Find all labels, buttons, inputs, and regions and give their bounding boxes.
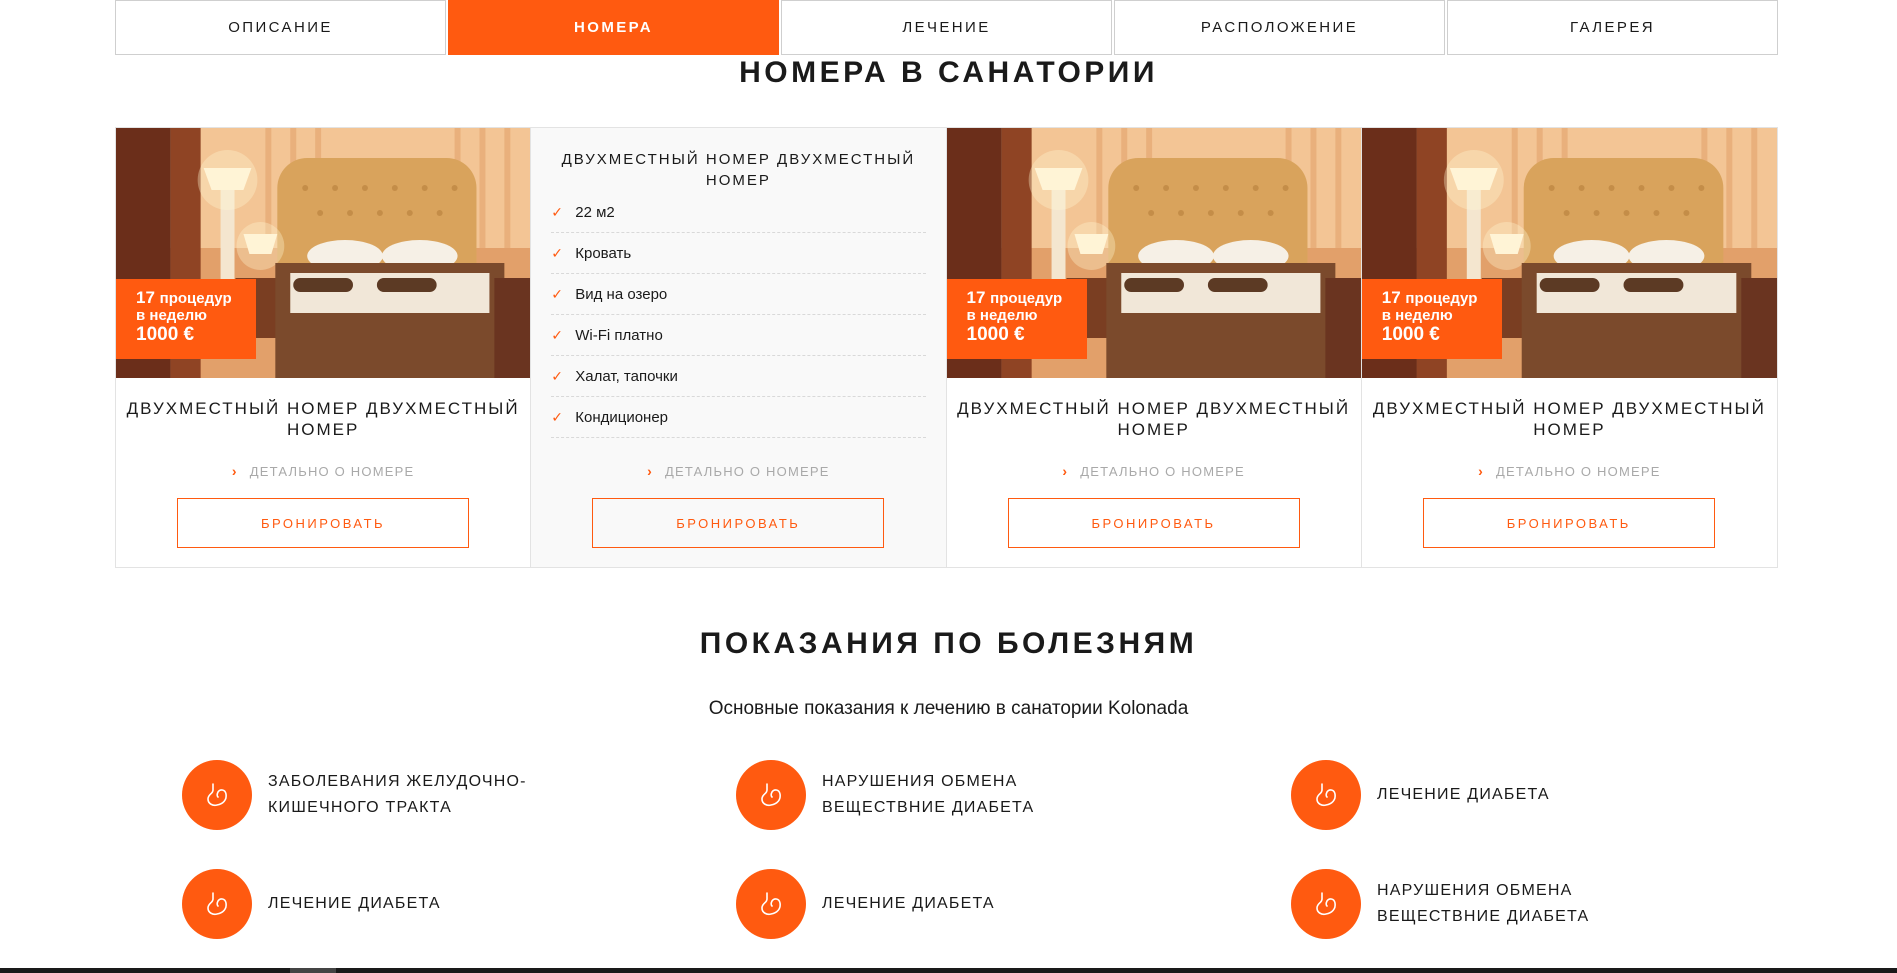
amenity-label: Кондиционер	[575, 408, 669, 426]
stomach-icon	[1291, 760, 1361, 830]
check-icon: ✓	[551, 285, 563, 302]
check-icon: ✓	[551, 203, 563, 220]
chevron-right-icon: ›	[1478, 463, 1485, 479]
tab-gallery[interactable]: Галерея	[1447, 0, 1778, 55]
room-card-expanded: Двухместный номер двухместный номер ✓ 22 …	[531, 128, 947, 567]
price-badge: 17 процедур в неделю 1000 €	[946, 279, 1087, 359]
stomach-icon	[736, 869, 806, 939]
disease-item[interactable]: Заболевания желудочно-кишечного тракта	[182, 760, 602, 830]
disease-item[interactable]: Нарушения обмена веществние диабета	[736, 760, 1156, 830]
book-button[interactable]: Бронировать	[1007, 498, 1300, 548]
rooms-section-title: Номера в санатории	[739, 56, 1158, 89]
amenity-label: Кровать	[575, 244, 632, 262]
amenity-label: Вид на озеро	[575, 285, 668, 303]
check-icon: ✓	[551, 367, 563, 384]
room-detail-link[interactable]: › Детально о номере	[116, 463, 530, 479]
room-detail-link[interactable]: › Детально о номере	[947, 463, 1361, 479]
detail-link-label: Детально о номере	[1496, 464, 1661, 479]
amenity-item: ✓ Wi-Fi платно	[551, 315, 926, 356]
procedures-period: в неделю	[1381, 306, 1453, 324]
procedures-count: 17	[966, 288, 986, 307]
book-button[interactable]: Бронировать	[1422, 498, 1715, 548]
chevron-right-icon: ›	[231, 463, 238, 479]
disease-label: Нарушения обмена веществние диабета	[1377, 882, 1590, 925]
section-tabs: Описание Номера Лечение Расположение Гал…	[115, 0, 1778, 55]
room-title: Двухместный номер двухместный номер	[1372, 399, 1766, 439]
check-icon: ✓	[551, 326, 563, 343]
amenity-item: ✓ Кондиционер	[551, 397, 926, 438]
disease-label: Заболевания желудочно-кишечного тракта	[268, 773, 527, 816]
amenity-label: Халат, тапочки	[575, 367, 678, 385]
amenity-item: ✓ 22 м2	[551, 192, 926, 233]
disease-item[interactable]: Лечение диабета	[736, 869, 1156, 939]
room-detail-link[interactable]: › Детально о номере	[531, 463, 945, 479]
room-card: 17 процедур в неделю 1000 € Двухместный …	[116, 128, 532, 567]
check-icon: ✓	[551, 408, 563, 425]
room-card: 17 процедур в неделю 1000 € Двухместный …	[1361, 128, 1777, 567]
disease-item[interactable]: Лечение диабета	[1291, 760, 1711, 830]
tab-description[interactable]: Описание	[115, 0, 446, 55]
room-card: 17 процедур в неделю 1000 € Двухместный …	[946, 128, 1362, 567]
disease-label: Лечение диабета	[1377, 786, 1550, 803]
procedures-count: 17	[136, 288, 155, 307]
price-badge: 17 процедур в неделю 1000 €	[1361, 279, 1502, 359]
price-badge: 17 процедур в неделю 1000 €	[116, 279, 256, 359]
rooms-grid: 17 процедур в неделю 1000 € Двухместный …	[115, 127, 1778, 568]
detail-link-label: Детально о номере	[249, 464, 415, 479]
procedures-period: в неделю	[966, 306, 1038, 324]
check-icon: ✓	[551, 244, 563, 261]
tab-treatment[interactable]: Лечение	[781, 0, 1112, 55]
room-title: Двухместный номер двухместный номер	[561, 151, 916, 189]
procedures-unit: процедур	[1405, 290, 1478, 307]
amenity-item: ✓ Халат, тапочки	[551, 356, 926, 397]
room-price: 1000 €	[1381, 324, 1440, 346]
tab-rooms[interactable]: Номера	[448, 0, 779, 55]
room-price: 1000 €	[966, 324, 1025, 346]
diseases-subtitle: Основные показания к лечению в санатории…	[708, 698, 1189, 719]
room-title: Двухместный номер двухместный номер	[957, 399, 1351, 439]
procedures-unit: процедур	[159, 290, 232, 307]
scrollbar-thumb[interactable]	[290, 968, 336, 973]
room-price: 1000 €	[136, 324, 195, 346]
room-detail-link[interactable]: › Детально о номере	[1362, 463, 1777, 479]
amenity-label: Wi-Fi платно	[575, 326, 663, 344]
amenity-item: ✓ Кровать	[551, 233, 926, 274]
procedures-count: 17	[1381, 288, 1401, 307]
stomach-icon	[182, 760, 252, 830]
diseases-section-title: Показания по болезням	[699, 627, 1198, 660]
tab-location[interactable]: Расположение	[1114, 0, 1445, 55]
disease-item[interactable]: Лечение диабета	[182, 869, 602, 939]
detail-link-label: Детально о номере	[665, 464, 830, 479]
stomach-icon	[736, 760, 806, 830]
chevron-right-icon: ›	[1062, 463, 1069, 479]
stomach-icon	[182, 869, 252, 939]
book-button[interactable]: Бронировать	[177, 498, 469, 548]
amenity-label: 22 м2	[575, 203, 615, 221]
chevron-right-icon: ›	[647, 463, 654, 479]
disease-label: Лечение диабета	[822, 895, 995, 912]
disease-label: Лечение диабета	[268, 895, 441, 912]
procedures-period: в неделю	[136, 306, 207, 324]
detail-link-label: Детально о номере	[1080, 464, 1245, 479]
disease-item[interactable]: Нарушения обмена веществние диабета	[1291, 869, 1711, 939]
horizontal-scrollbar[interactable]	[0, 968, 1897, 973]
amenity-item: ✓ Вид на озеро	[551, 274, 926, 315]
stomach-icon	[1291, 869, 1361, 939]
procedures-unit: процедур	[990, 290, 1063, 307]
book-button[interactable]: Бронировать	[592, 498, 885, 548]
room-title: Двухместный номер двухместный номер	[126, 399, 520, 439]
disease-label: Нарушения обмена веществние диабета	[822, 773, 1035, 816]
amenities-list: ✓ 22 м2 ✓ Кровать ✓ Вид на озеро ✓ Wi-Fi пла…	[551, 192, 926, 438]
